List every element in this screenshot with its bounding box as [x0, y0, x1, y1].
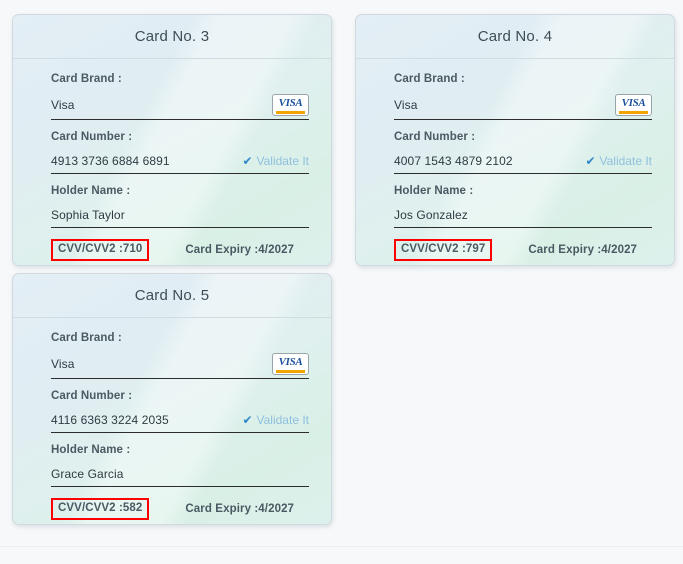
validate-it-label: Validate It — [257, 413, 309, 427]
card-expiry-text: Card Expiry :4/2027 — [528, 244, 637, 256]
validate-it-link[interactable]: ✔ Validate It — [585, 154, 652, 168]
card-brand-label: Card Brand : — [394, 73, 652, 85]
holder-name-row: Grace Garcia — [51, 465, 309, 483]
credit-card-panel: Card No. 3 Card Brand : Visa VISA Card N… — [12, 14, 332, 266]
cvv-expiry-row: CVV/CVV2 :710 Card Expiry :4/2027 — [51, 239, 309, 266]
validate-it-label: Validate It — [257, 154, 309, 168]
holder-name-field: Holder Name : Jos Gonzalez — [394, 185, 652, 228]
visa-wordmark: VISA — [622, 98, 646, 109]
validate-it-link[interactable]: ✔ Validate It — [242, 413, 309, 427]
visa-wordmark: VISA — [279, 98, 303, 109]
holder-name-value: Sophia Taylor — [51, 208, 125, 222]
holder-name-row: Jos Gonzalez — [394, 206, 652, 224]
card-brand-value: Visa — [51, 98, 75, 112]
holder-name-label: Holder Name : — [51, 444, 309, 456]
card-number-label: Card Number : — [51, 390, 309, 402]
card-number-label: Card Number : — [51, 131, 309, 143]
credit-card-panel: Card No. 5 Card Brand : Visa VISA Card N… — [12, 273, 332, 525]
card-number-field: Card Number : 4116 6363 3224 2035 ✔ Vali… — [51, 390, 309, 433]
credit-card-panel: Card No. 4 Card Brand : Visa VISA Card N… — [355, 14, 675, 266]
holder-name-row: Sophia Taylor — [51, 206, 309, 224]
visa-logo-icon: VISA — [615, 94, 652, 116]
card-brand-row: Visa VISA — [51, 353, 309, 375]
cvv-highlight-box: CVV/CVV2 :710 — [51, 239, 149, 261]
holder-name-field: Holder Name : Grace Garcia — [51, 444, 309, 487]
visa-gold-bar — [276, 111, 305, 114]
holder-name-label: Holder Name : — [394, 185, 652, 197]
visa-gold-bar — [619, 111, 648, 114]
visa-logo-icon: VISA — [272, 353, 309, 375]
card-brand-row: Visa VISA — [394, 94, 652, 116]
card-brand-row: Visa VISA — [51, 94, 309, 116]
cvv-highlight-box: CVV/CVV2 :582 — [51, 498, 149, 520]
validate-it-label: Validate It — [600, 154, 652, 168]
card-title: Card No. 3 — [13, 15, 331, 59]
card-brand-label: Card Brand : — [51, 73, 309, 85]
card-brand-field: Card Brand : Visa VISA — [51, 332, 309, 379]
card-number-label: Card Number : — [394, 131, 652, 143]
card-number-field: Card Number : 4913 3736 6884 6891 ✔ Vali… — [51, 131, 309, 174]
card-number-field: Card Number : 4007 1543 4879 2102 ✔ Vali… — [394, 131, 652, 174]
checkmark-icon: ✔ — [242, 414, 252, 426]
card-brand-label: Card Brand : — [51, 332, 309, 344]
holder-name-field: Holder Name : Sophia Taylor — [51, 185, 309, 228]
checkmark-icon: ✔ — [585, 155, 595, 167]
card-brand-value: Visa — [394, 98, 418, 112]
card-brand-field: Card Brand : Visa VISA — [51, 73, 309, 120]
holder-name-value: Jos Gonzalez — [394, 208, 468, 222]
card-body: Card Brand : Visa VISA Card Number : 411… — [13, 318, 331, 525]
visa-gold-bar — [276, 370, 305, 373]
card-brand-field: Card Brand : Visa VISA — [394, 73, 652, 120]
card-number-value: 4007 1543 4879 2102 — [394, 154, 513, 168]
card-title: Card No. 5 — [13, 274, 331, 318]
card-expiry-text: Card Expiry :4/2027 — [185, 503, 294, 515]
card-expiry-text: Card Expiry :4/2027 — [185, 244, 294, 256]
holder-name-value: Grace Garcia — [51, 467, 124, 481]
checkmark-icon: ✔ — [242, 155, 252, 167]
validate-it-link[interactable]: ✔ Validate It — [242, 154, 309, 168]
cvv-expiry-row: CVV/CVV2 :582 Card Expiry :4/2027 — [51, 498, 309, 525]
visa-wordmark: VISA — [279, 357, 303, 368]
cvv-highlight-box: CVV/CVV2 :797 — [394, 239, 492, 261]
page-bottom-divider — [0, 546, 683, 547]
card-number-row: 4007 1543 4879 2102 ✔ Validate It — [394, 152, 652, 170]
card-number-row: 4116 6363 3224 2035 ✔ Validate It — [51, 411, 309, 429]
holder-name-label: Holder Name : — [51, 185, 309, 197]
card-number-value: 4116 6363 3224 2035 — [51, 413, 169, 427]
cvv-expiry-row: CVV/CVV2 :797 Card Expiry :4/2027 — [394, 239, 652, 266]
visa-logo-icon: VISA — [272, 94, 309, 116]
card-body: Card Brand : Visa VISA Card Number : 491… — [13, 59, 331, 266]
card-body: Card Brand : Visa VISA Card Number : 400… — [356, 59, 674, 266]
page-root: Card No. 3 Card Brand : Visa VISA Card N… — [0, 0, 683, 564]
card-title: Card No. 4 — [356, 15, 674, 59]
card-number-value: 4913 3736 6884 6891 — [51, 154, 170, 168]
card-brand-value: Visa — [51, 357, 75, 371]
card-number-row: 4913 3736 6884 6891 ✔ Validate It — [51, 152, 309, 170]
